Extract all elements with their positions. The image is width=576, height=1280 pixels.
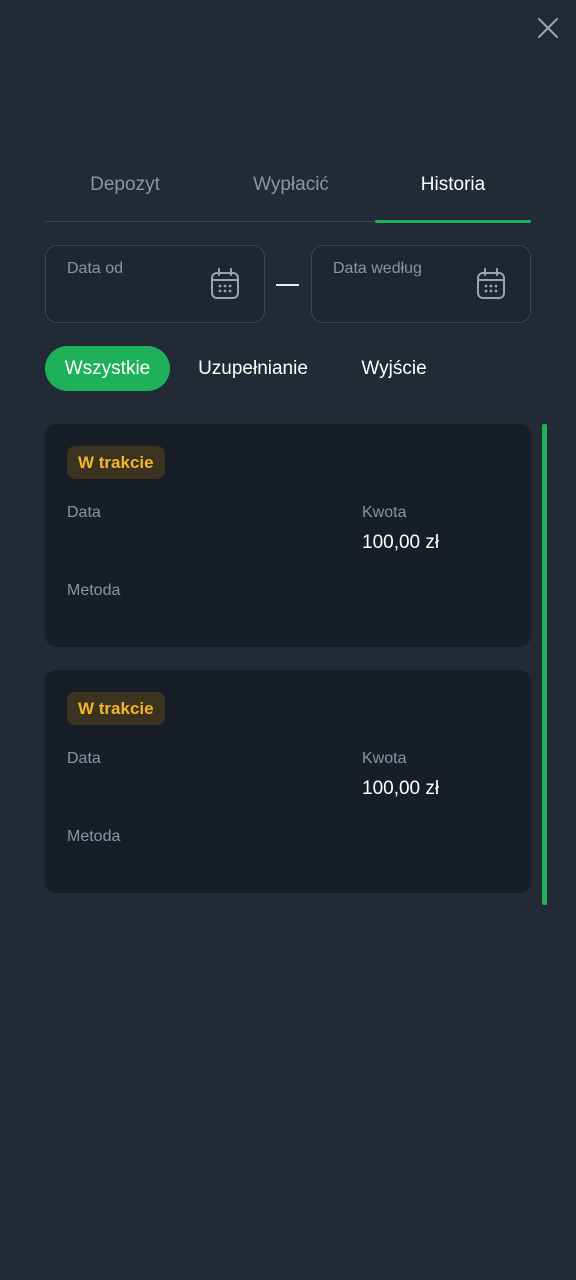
date-range-separator — [276, 284, 299, 286]
date-to-field[interactable]: Data według — [311, 245, 531, 323]
history-screen: Depozyt Wypłacić Historia Data od Data w… — [0, 0, 576, 1280]
tab-bar: Depozyt Wypłacić Historia — [45, 160, 531, 223]
transaction-card: W trakcie Data Kwota 100,00 zł Metoda — [45, 670, 531, 893]
date-label: Data — [67, 750, 101, 767]
transaction-card: W trakcie Data Kwota 100,00 zł Metoda — [45, 424, 531, 647]
amount-label: Kwota — [362, 750, 407, 767]
tab-label: Depozyt — [90, 174, 160, 195]
close-icon — [538, 18, 558, 38]
date-label: Data — [67, 504, 101, 521]
method-label: Metoda — [67, 828, 121, 845]
tab-history[interactable]: Historia — [375, 160, 531, 223]
method-label: Metoda — [67, 582, 121, 599]
amount-value: 100,00 zł — [362, 778, 440, 799]
date-from-field[interactable]: Data od — [45, 245, 265, 323]
filter-withdrawals[interactable]: Wyjście — [345, 346, 443, 391]
filter-all[interactable]: Wszystkie — [45, 346, 170, 391]
calendar-icon[interactable] — [210, 268, 240, 300]
tab-deposit[interactable]: Depozyt — [45, 160, 205, 222]
close-button[interactable] — [534, 14, 562, 42]
tab-label: Wypłacić — [253, 174, 329, 195]
date-from-label: Data od — [67, 260, 124, 277]
scrollbar[interactable] — [542, 424, 547, 905]
status-badge: W trakcie — [67, 692, 165, 725]
filter-deposits[interactable]: Uzupełnianie — [188, 346, 318, 391]
tab-label: Historia — [420, 174, 486, 195]
amount-label: Kwota — [362, 504, 407, 521]
tab-withdraw[interactable]: Wypłacić — [211, 160, 371, 222]
active-tab-indicator — [375, 220, 531, 223]
status-badge: W trakcie — [67, 446, 165, 479]
calendar-icon[interactable] — [476, 268, 506, 300]
amount-value: 100,00 zł — [362, 532, 440, 553]
date-to-label: Data według — [333, 260, 422, 277]
